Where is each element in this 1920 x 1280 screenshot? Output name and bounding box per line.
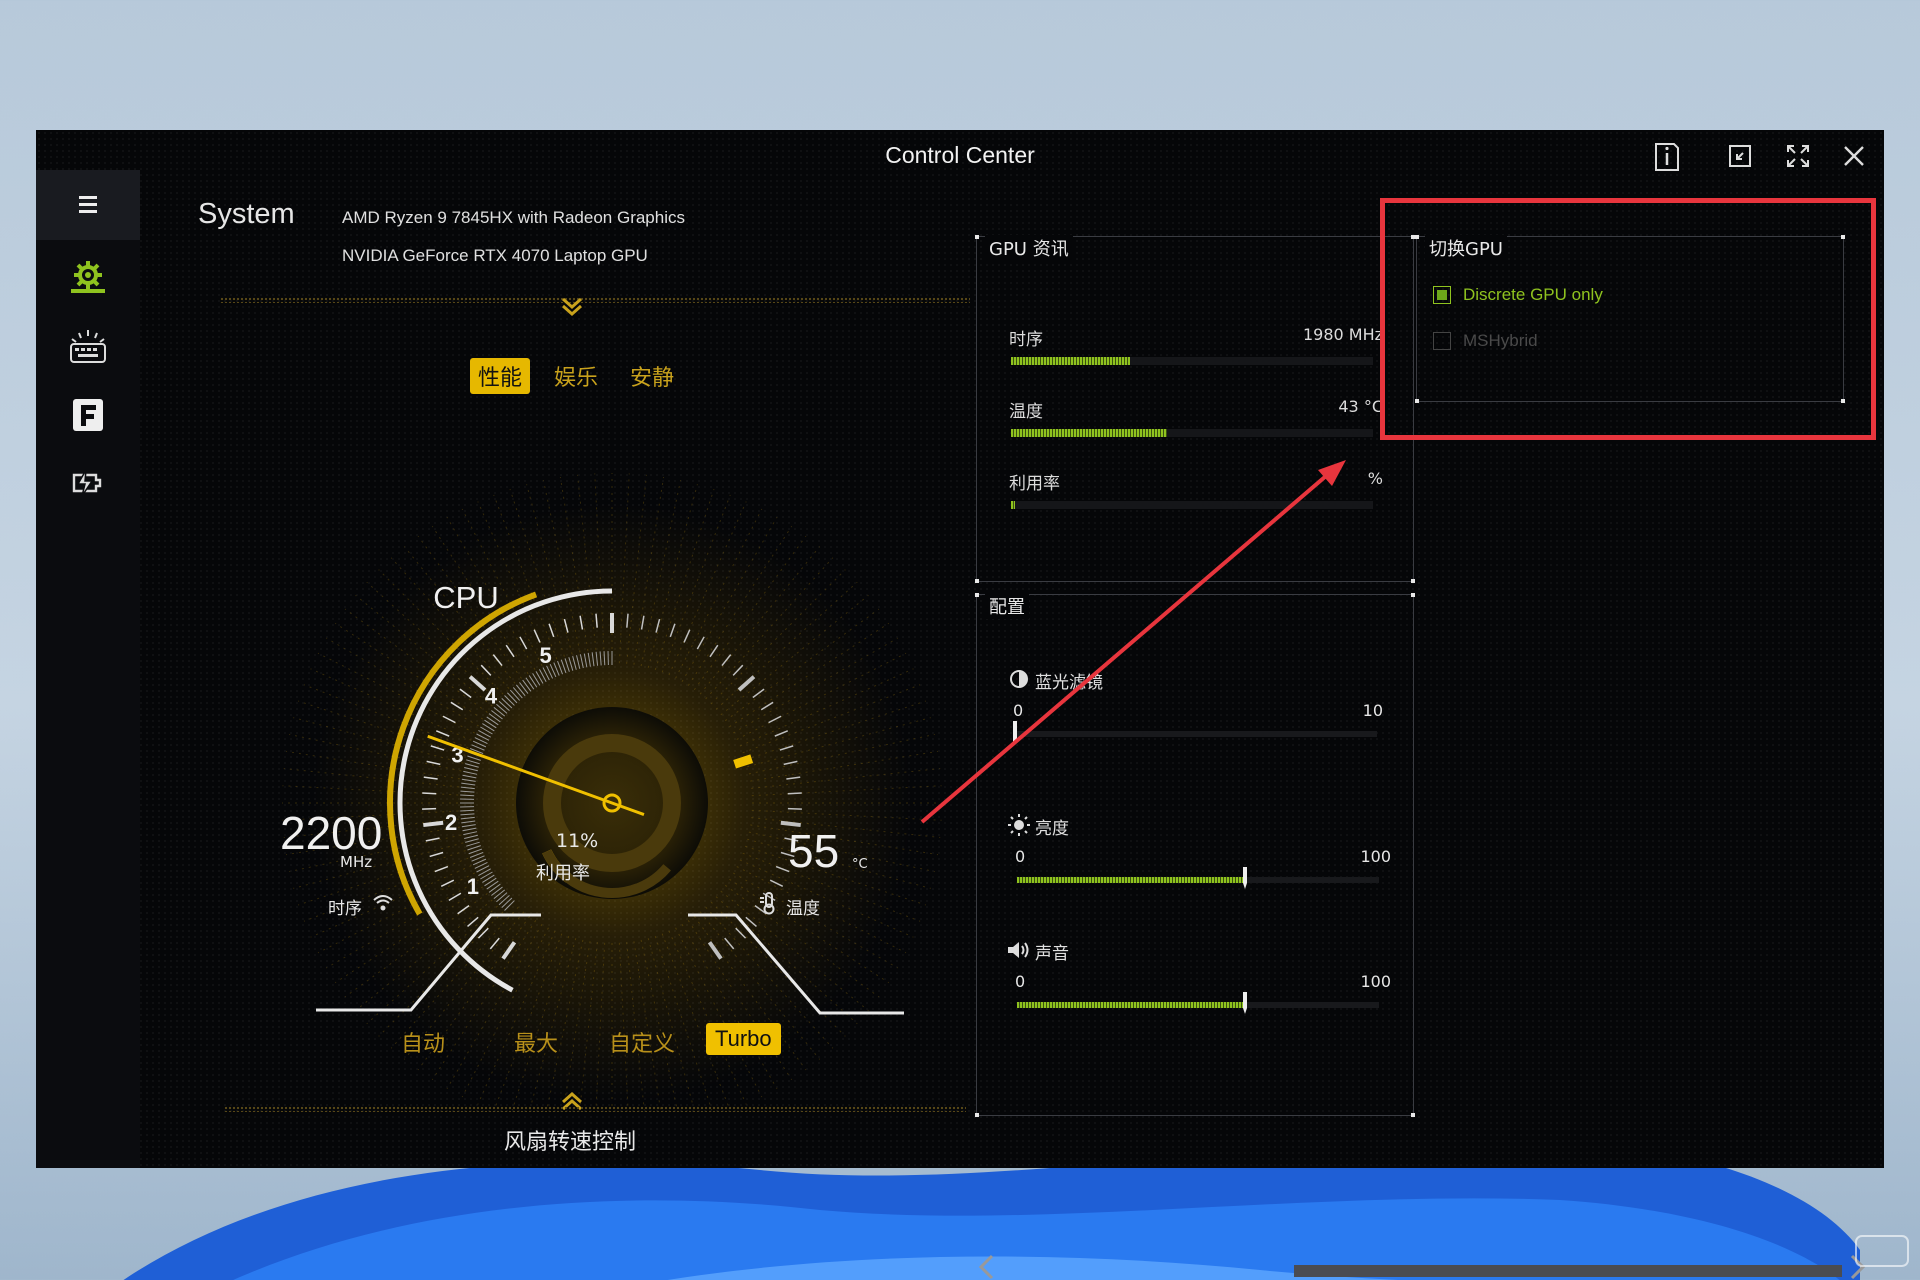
brightness-slider[interactable] bbox=[1017, 877, 1379, 883]
horizontal-scrollbar[interactable] bbox=[1294, 1265, 1842, 1277]
blue-light-max: 10 bbox=[1362, 701, 1383, 720]
gauge-tick bbox=[787, 792, 802, 795]
fan-mode-auto[interactable]: 自动 bbox=[392, 1023, 454, 1061]
volume-min: 0 bbox=[1015, 972, 1026, 991]
divider bbox=[220, 297, 970, 303]
window-title: Control Center bbox=[885, 142, 1035, 168]
volume-label: 声音 bbox=[1035, 944, 1069, 964]
brightness-label: 亮度 bbox=[1035, 819, 1069, 839]
restore-icon[interactable] bbox=[1720, 136, 1760, 176]
gauge-tick bbox=[423, 820, 444, 828]
wifi-speed-icon bbox=[373, 895, 393, 911]
cpu-temp-unit: °C bbox=[852, 857, 868, 872]
fan-mode-turbo[interactable]: Turbo bbox=[706, 1023, 781, 1055]
cpu-clock-label: 时序 bbox=[328, 899, 362, 919]
sidebar-item-flexikey[interactable] bbox=[36, 380, 140, 450]
system-gear-icon bbox=[71, 261, 105, 293]
config-title: 配置 bbox=[985, 593, 1029, 619]
sidebar-item-power[interactable] bbox=[36, 448, 140, 518]
gpu-temp-label: 温度 bbox=[1009, 402, 1043, 422]
gpu-usage-bar bbox=[1011, 501, 1373, 509]
gpu-temp-bar bbox=[1011, 429, 1373, 437]
menu-icon bbox=[79, 196, 97, 213]
gauge-scale-label: 1 bbox=[467, 874, 479, 899]
mode-tab-silent[interactable]: 安静 bbox=[622, 358, 682, 394]
sidebar-item-system[interactable] bbox=[36, 242, 140, 312]
blue-light-label: 蓝光滤镜 bbox=[1035, 673, 1103, 693]
volume-slider[interactable] bbox=[1017, 1002, 1379, 1008]
gpu-usage-value: % bbox=[1367, 469, 1383, 488]
cpu-temp-label: 温度 bbox=[786, 899, 820, 919]
scroll-left-icon[interactable] bbox=[974, 1252, 1000, 1280]
volume-max: 100 bbox=[1360, 972, 1391, 991]
gpu-info-title: GPU 资讯 bbox=[985, 235, 1073, 261]
brightness-min: 0 bbox=[1015, 847, 1026, 866]
annotation-highlight-box bbox=[1380, 198, 1876, 440]
fan-mode-custom[interactable]: 自定义 bbox=[600, 1023, 684, 1061]
sidebar-item-keyboard[interactable] bbox=[36, 312, 140, 382]
flexikey-f-icon bbox=[73, 399, 103, 431]
gauge-scale-label: 5 bbox=[540, 643, 552, 668]
watermark-logo bbox=[1855, 1235, 1909, 1267]
gpu-clock-bar bbox=[1011, 357, 1373, 365]
gauge-scale-label: 2 bbox=[445, 810, 457, 835]
gpu-info-panel: GPU 资讯 时序 1980 MHz 温度 43 °C 利用率 % bbox=[975, 235, 1415, 583]
cpu-gauge: 12345 bbox=[282, 473, 942, 1110]
cpu-label: CPU bbox=[433, 580, 499, 615]
cpu-clock-unit: MHz bbox=[340, 853, 373, 871]
blue-light-slider[interactable] bbox=[1015, 731, 1377, 737]
blue-light-slider-thumb[interactable] bbox=[1010, 721, 1020, 743]
cpu-clock-value: 2200 bbox=[280, 807, 383, 859]
sidebar bbox=[36, 170, 140, 1168]
blue-light-min: 0 bbox=[1013, 701, 1024, 720]
info-icon[interactable] bbox=[1646, 136, 1686, 176]
brightness-max: 100 bbox=[1360, 847, 1391, 866]
keyboard-backlight-icon bbox=[70, 330, 106, 363]
fan-mode-max[interactable]: 最大 bbox=[505, 1023, 567, 1061]
fan-control-label: 风扇转速控制 bbox=[504, 1130, 637, 1155]
cpu-temp-value: 55 bbox=[788, 825, 840, 877]
close-icon[interactable] bbox=[1834, 136, 1874, 176]
volume-slider-thumb[interactable] bbox=[1240, 992, 1250, 1014]
cpu-usage-label: 利用率 bbox=[536, 863, 590, 884]
gpu-clock-value: 1980 MHz bbox=[1302, 325, 1383, 344]
cpu-usage-value: 11% bbox=[556, 830, 599, 852]
gpu-usage-label: 利用率 bbox=[1009, 474, 1060, 494]
brightness-slider-thumb[interactable] bbox=[1240, 867, 1250, 889]
thermometer-icon bbox=[760, 892, 775, 915]
gpu-model-text: NVIDIA GeForce RTX 4070 Laptop GPU bbox=[342, 246, 648, 265]
mode-tab-performance[interactable]: 性能 bbox=[470, 358, 531, 394]
gauge-tick bbox=[422, 792, 437, 795]
battery-power-icon bbox=[72, 469, 102, 497]
volume-icon bbox=[1008, 942, 1029, 958]
section-title-system: System bbox=[198, 198, 295, 230]
chevron-down-icon[interactable] bbox=[560, 296, 584, 318]
blue-light-filter-icon bbox=[1010, 670, 1028, 688]
mode-tab-entertainment[interactable]: 娱乐 bbox=[546, 358, 606, 394]
gpu-clock-label: 时序 bbox=[1009, 330, 1043, 350]
gpu-temp-value: 43 °C bbox=[1338, 397, 1383, 416]
menu-button[interactable] bbox=[36, 170, 140, 240]
divider bbox=[224, 1106, 966, 1112]
cpu-model-text: AMD Ryzen 9 7845HX with Radeon Graphics bbox=[342, 208, 685, 227]
brightness-icon bbox=[1008, 814, 1030, 836]
fullscreen-icon[interactable] bbox=[1778, 136, 1818, 176]
config-panel: 配置 蓝光滤镜 0 10 亮度 0 100 声音 0 100 bbox=[975, 593, 1415, 1117]
gauge-scale-label: 4 bbox=[485, 683, 498, 708]
